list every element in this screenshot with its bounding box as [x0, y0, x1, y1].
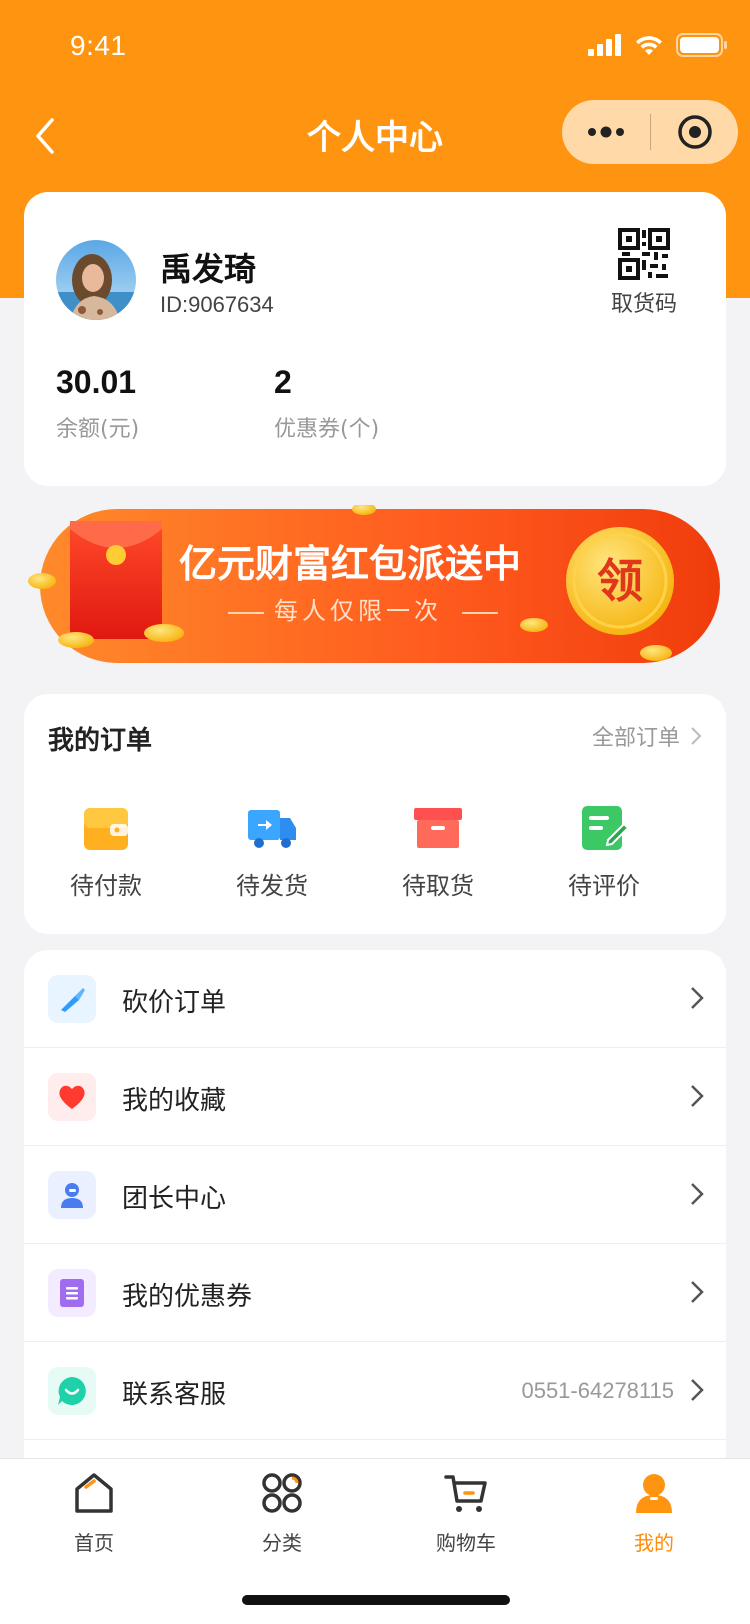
signal-icon	[588, 34, 621, 56]
all-orders-link[interactable]: 全部订单	[592, 720, 702, 752]
coupon-count-label: 优惠券(个)	[274, 417, 380, 442]
tab-label: 购物车	[436, 1531, 496, 1555]
chat-icon	[58, 1377, 86, 1405]
chevron-right-icon	[691, 727, 702, 745]
chevron-right-icon	[691, 1281, 704, 1303]
home-icon	[75, 1473, 113, 1513]
battery-icon	[676, 33, 727, 57]
pickup-code-button[interactable]: 取货码	[604, 228, 684, 318]
more-button[interactable]	[562, 100, 650, 164]
target-icon	[677, 115, 712, 149]
service-phone: 0551-64278115	[521, 1378, 674, 1403]
nav-bar: 个人中心	[0, 92, 750, 180]
tab-mine[interactable]: 我的	[594, 1471, 714, 1556]
avatar-image	[56, 240, 136, 320]
red-envelope-banner[interactable]: 亿元财富红包派送中 每人仅限一次 领	[24, 503, 726, 675]
order-label: 待取货	[402, 872, 474, 900]
chevron-right-icon	[691, 1379, 704, 1401]
profile-icon	[636, 1474, 672, 1513]
order-pending-pickup[interactable]: 待取货	[378, 804, 498, 901]
menu-icon-box	[48, 975, 96, 1023]
chevron-right-icon	[691, 987, 704, 1009]
menu-label: 联系客服	[122, 1380, 227, 1410]
tab-cart[interactable]: 购物车	[406, 1471, 526, 1556]
more-dots-icon	[588, 126, 624, 138]
user-id: ID:9067634	[160, 292, 274, 317]
balance-stat[interactable]: 30.01 余额(元)	[56, 364, 139, 443]
order-pending-review[interactable]: 待评价	[544, 804, 664, 901]
menu-list: 砍价订单 我的收藏 团长中心 我的优惠券 联系客服 0551-64278115	[24, 950, 726, 1460]
menu-label: 我的优惠券	[122, 1282, 253, 1312]
close-miniprogram-button[interactable]	[651, 100, 738, 164]
balance-value: 30.01	[56, 364, 137, 400]
tab-label: 首页	[74, 1531, 114, 1555]
menu-icon-box	[48, 1073, 96, 1121]
chevron-right-icon	[691, 1183, 704, 1205]
tab-label: 我的	[634, 1531, 674, 1555]
menu-icon-box	[48, 1367, 96, 1415]
order-label: 待付款	[70, 872, 142, 900]
status-time: 9:41	[70, 30, 127, 61]
orders-title: 我的订单	[48, 726, 153, 756]
truck-icon	[248, 810, 296, 848]
coupon-icon	[60, 1279, 84, 1307]
claim-button-label: 领	[597, 554, 643, 608]
knife-icon	[61, 988, 85, 1012]
order-pending-shipment[interactable]: 待发货	[212, 804, 332, 901]
qr-code-icon	[618, 228, 670, 280]
banner-title: 亿元财富红包派送中	[179, 542, 521, 586]
leader-icon	[61, 1183, 83, 1208]
tab-category[interactable]: 分类	[222, 1471, 342, 1556]
menu-icon-box	[48, 1171, 96, 1219]
heart-icon	[59, 1085, 85, 1109]
wallet-icon	[84, 808, 128, 850]
home-indicator	[242, 1595, 510, 1605]
menu-icon-box	[48, 1269, 96, 1317]
tab-home[interactable]: 首页	[34, 1471, 154, 1556]
user-name: 禹发琦	[160, 250, 257, 288]
menu-label: 团长中心	[122, 1184, 227, 1214]
miniprogram-capsule	[562, 100, 738, 164]
chevron-right-icon	[691, 1085, 704, 1107]
banner-graphic: 亿元财富红包派送中 每人仅限一次 领	[28, 503, 720, 663]
box-icon	[414, 808, 462, 848]
menu-label: 我的收藏	[122, 1086, 227, 1116]
menu-item-bargain-orders[interactable]: 砍价订单	[24, 950, 726, 1048]
status-icons	[588, 30, 728, 60]
menu-item-favorites[interactable]: 我的收藏	[24, 1048, 726, 1146]
coupon-stat[interactable]: 2 优惠券(个)	[274, 364, 379, 443]
menu-label: 砍价订单	[122, 988, 227, 1018]
all-orders-label: 全部订单	[591, 726, 680, 751]
review-icon	[582, 806, 630, 850]
wifi-icon	[636, 36, 662, 55]
my-orders-card: 我的订单 全部订单 待付款 待发货 待取货 待评价	[24, 694, 726, 934]
tab-label: 分类	[262, 1531, 302, 1555]
order-label: 待发货	[236, 872, 308, 900]
profile-card: 禹发琦 ID:9067634 取货码 30.01 余额(元) 2 优惠券(个)	[24, 192, 726, 486]
menu-item-leader-center[interactable]: 团长中心	[24, 1146, 726, 1244]
cart-icon	[444, 1475, 487, 1512]
pickup-code-label: 取货码	[610, 292, 677, 317]
category-icon	[262, 1473, 302, 1513]
banner-subtitle: 每人仅限一次	[274, 597, 442, 625]
balance-label: 余额(元)	[56, 417, 140, 442]
menu-item-customer-service[interactable]: 联系客服 0551-64278115	[24, 1342, 726, 1440]
coupon-count-value: 2	[274, 364, 292, 400]
avatar[interactable]	[56, 240, 136, 320]
order-label: 待评价	[568, 872, 640, 900]
status-bar: 9:41	[0, 0, 750, 92]
menu-item-my-coupons[interactable]: 我的优惠券	[24, 1244, 726, 1342]
order-pending-payment[interactable]: 待付款	[46, 804, 166, 901]
